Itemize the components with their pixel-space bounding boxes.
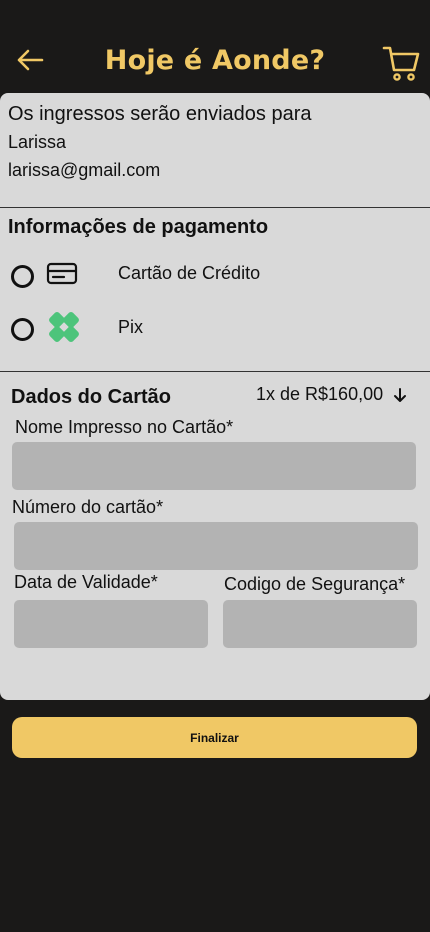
security-code-label: Codigo de Segurança* <box>224 574 406 594</box>
checkout-card: Os ingressos serão enviados para Larissa… <box>0 93 430 700</box>
card-name-label: Nome Impresso no Cartão* <box>15 417 234 437</box>
recipient-name: Larissa <box>8 132 67 152</box>
security-code-field[interactable] <box>223 600 417 648</box>
card-number-label: Número do cartão* <box>12 497 164 517</box>
installments-value: 1x de R$160,00 <box>256 384 384 404</box>
radio-pix[interactable] <box>11 318 34 341</box>
payment-heading: Informações de pagamento <box>8 216 269 238</box>
payment-option-credit-card[interactable]: Cartão de Crédito <box>0 256 430 296</box>
card-name-field[interactable] <box>12 442 416 490</box>
shopping-cart-icon <box>382 46 420 81</box>
radio-credit-card[interactable] <box>11 265 34 288</box>
expiry-date-label: Data de Validade* <box>14 572 158 592</box>
expiry-date-field[interactable] <box>14 600 208 648</box>
recipient-email: larissa@gmail.com <box>8 160 161 180</box>
payment-option-label: Cartão de Crédito <box>118 263 261 283</box>
installments-selector[interactable]: 1x de R$160,00 <box>256 384 407 405</box>
section-divider <box>0 207 430 208</box>
cart-button[interactable] <box>382 44 420 82</box>
pix-icon <box>49 312 79 342</box>
payment-option-label: Pix <box>118 317 144 337</box>
card-details-heading: Dados do Cartão <box>11 386 172 408</box>
card-number-field[interactable] <box>14 522 418 570</box>
credit-card-icon <box>46 262 78 285</box>
section-divider <box>0 371 430 372</box>
finalize-button[interactable]: Finalizar <box>12 717 417 758</box>
app-header: Hoje é Aonde? <box>0 0 430 93</box>
app-title: Hoje é Aonde? <box>104 45 326 76</box>
arrow-down-icon <box>394 387 407 402</box>
recipient-heading: Os ingressos serão enviados para <box>8 103 312 125</box>
payment-option-pix[interactable]: Pix <box>0 309 430 349</box>
